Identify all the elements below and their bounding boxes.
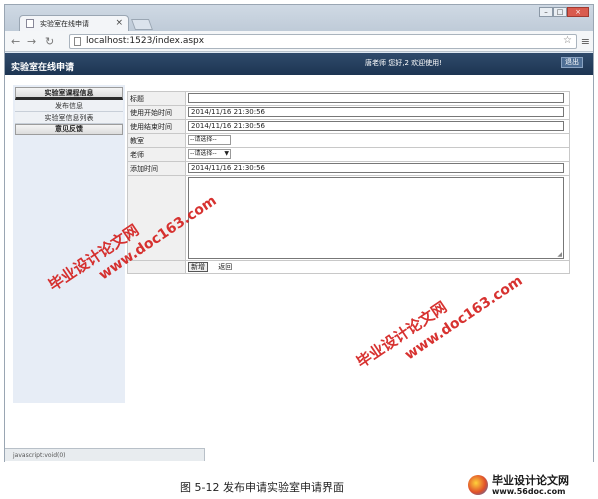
form-row-start: 使用开始时间 2014/11/16 21:30:56 — [127, 105, 570, 120]
content-textarea[interactable]: ◢ — [188, 177, 564, 259]
actions-label-empty — [127, 260, 186, 274]
figure-caption: 图 5-12 发布申请实验室申请界面 — [180, 481, 344, 494]
start-time-label: 使用开始时间 — [127, 105, 186, 120]
footer-logo-url: www.56doc.com — [492, 487, 566, 496]
window-controls: – □ × — [539, 7, 589, 17]
url-text: localhost:1523/index.aspx — [86, 36, 205, 46]
footer-logo-cn: 毕业设计论文网 — [492, 474, 569, 487]
new-tab-button[interactable] — [130, 19, 154, 30]
tab-title: 实验室在线申请 — [40, 20, 89, 28]
site-title: 实验室在线申请 — [11, 63, 75, 73]
site-header: 实验室在线申请 唐老师 您好,2 欢迎使用! 退出 — [5, 53, 593, 75]
minimize-icon[interactable]: – — [539, 7, 553, 17]
add-button[interactable]: 新增 — [188, 262, 208, 272]
application-form: 标题 使用开始时间 2014/11/16 21:30:56 使用结束时间 201… — [127, 91, 570, 274]
back-link[interactable]: 返回 — [218, 262, 232, 272]
forward-arrow-icon[interactable]: → — [27, 35, 36, 48]
sidebar-item-lab-list[interactable]: 实验室信息列表 — [15, 112, 123, 124]
form-row-added: 添加时间 2014/11/16 21:30:56 — [127, 161, 570, 176]
teacher-select[interactable]: --请选择-- ▼ — [188, 149, 231, 159]
form-row-room: 教室 --请选择-- — [127, 133, 570, 148]
added-time-input[interactable]: 2014/11/16 21:30:56 — [188, 163, 564, 173]
start-time-input[interactable]: 2014/11/16 21:30:56 — [188, 107, 564, 117]
status-bar: javascript:void(0) — [5, 448, 205, 461]
address-bar: ← → ↻ localhost:1523/index.aspx ☆ ≡ — [5, 31, 593, 52]
url-input[interactable]: localhost:1523/index.aspx ☆ — [69, 34, 577, 49]
bookmark-star-icon[interactable]: ☆ — [563, 35, 572, 46]
reload-icon[interactable]: ↻ — [45, 35, 54, 48]
footer-logo: 毕业设计论文网 www.56doc.com — [468, 472, 598, 499]
teacher-label: 老师 — [127, 147, 186, 162]
title-input[interactable] — [188, 93, 564, 103]
title-label: 标题 — [127, 91, 186, 106]
page-icon — [74, 37, 81, 46]
sidebar-section-course-info[interactable]: 实验室课程信息 — [15, 87, 123, 100]
room-select-value: --请选择-- — [190, 136, 217, 143]
teacher-select-value: --请选择-- — [190, 150, 217, 157]
browser-tab[interactable]: 实验室在线申请 × — [19, 15, 129, 31]
room-label: 教室 — [127, 133, 186, 148]
form-row-actions: 新增 返回 — [127, 260, 570, 274]
form-row-title: 标题 — [127, 91, 570, 106]
sidebar-item-publish[interactable]: 发布信息 — [15, 100, 123, 112]
resize-grip-icon[interactable]: ◢ — [557, 251, 562, 258]
room-select[interactable]: --请选择-- — [188, 135, 231, 145]
end-time-input[interactable]: 2014/11/16 21:30:56 — [188, 121, 564, 131]
end-time-label: 使用结束时间 — [127, 119, 186, 134]
browser-window: 实验室在线申请 × – □ × ← → ↻ localhost:1523/ind… — [4, 4, 594, 462]
page-icon — [26, 19, 34, 28]
tab-bar: 实验室在线申请 × – □ × — [5, 5, 593, 31]
sidebar-section-feedback[interactable]: 意见反馈 — [15, 124, 123, 135]
form-row-end: 使用结束时间 2014/11/16 21:30:56 — [127, 119, 570, 134]
menu-icon[interactable]: ≡ — [581, 35, 590, 48]
maximize-icon[interactable]: □ — [553, 7, 567, 17]
back-arrow-icon[interactable]: ← — [11, 35, 20, 48]
user-greeting: 唐老师 您好,2 欢迎使用! — [365, 59, 442, 67]
added-time-label: 添加时间 — [127, 161, 186, 176]
close-window-icon[interactable]: × — [567, 7, 589, 17]
logout-button[interactable]: 退出 — [561, 57, 583, 68]
chevron-down-icon: ▼ — [224, 150, 229, 157]
globe-logo-icon — [468, 475, 488, 495]
form-row-teacher: 老师 --请选择-- ▼ — [127, 147, 570, 162]
tab-close-icon[interactable]: × — [115, 18, 123, 28]
